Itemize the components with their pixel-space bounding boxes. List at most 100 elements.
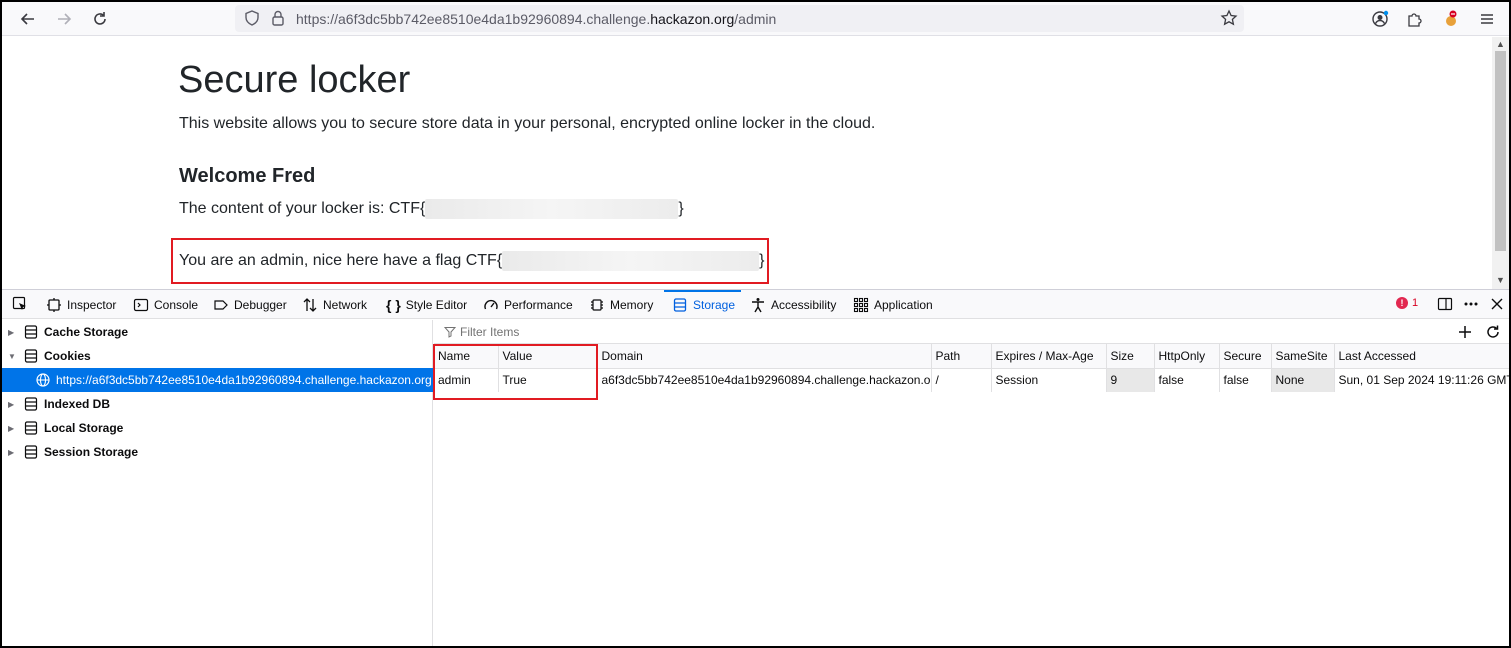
page-content: Secure locker This website allows you to… bbox=[2, 37, 1492, 289]
bookmark-star-icon[interactable] bbox=[1220, 9, 1238, 27]
page-intro: This website allows you to secure store … bbox=[179, 115, 876, 132]
arrow-right-icon bbox=[58, 13, 72, 25]
storage-icon bbox=[673, 297, 687, 312]
sidebar-item-cookies[interactable]: ▼ Cookies bbox=[2, 344, 433, 368]
refresh-icon[interactable] bbox=[1485, 324, 1501, 340]
table-cell[interactable]: Session bbox=[991, 368, 1107, 392]
error-count-badge[interactable]: ! 1 bbox=[1396, 297, 1418, 309]
collapse-arrow-icon[interactable]: ▼ bbox=[8, 352, 18, 361]
table-cell[interactable]: false bbox=[1154, 368, 1220, 392]
admin-flag-label: You are an admin, nice here have a flag … bbox=[179, 252, 503, 269]
forward-button[interactable] bbox=[52, 7, 76, 31]
column-header[interactable]: Value bbox=[498, 344, 598, 369]
table-cell[interactable]: a6f3dc5bb742ee8510e4da1b92960894.challen… bbox=[597, 368, 932, 392]
table-cell[interactable]: None bbox=[1271, 368, 1335, 392]
menu-button[interactable] bbox=[1475, 7, 1499, 31]
table-cell[interactable]: / bbox=[931, 368, 992, 392]
add-item-icon[interactable] bbox=[1457, 324, 1473, 340]
table-cell[interactable]: false bbox=[1219, 368, 1272, 392]
admin-flag-closing-brace: } bbox=[759, 252, 765, 269]
tab-accessibility[interactable]: Accessibility bbox=[750, 290, 836, 319]
performance-icon bbox=[484, 299, 498, 309]
redacted-locker-flag bbox=[425, 199, 679, 219]
expand-arrow-icon[interactable]: ▶ bbox=[8, 400, 18, 409]
extensions-button[interactable] bbox=[1403, 7, 1427, 31]
memory-icon bbox=[591, 298, 603, 311]
storage-icon bbox=[24, 325, 38, 339]
column-header[interactable]: Path bbox=[931, 344, 992, 369]
sidebar-item-local-storage[interactable]: ▶ Local Storage bbox=[2, 416, 433, 440]
locker-label: The content of your locker is: CTF{ bbox=[179, 200, 426, 217]
reload-button[interactable] bbox=[88, 7, 112, 31]
puzzle-icon bbox=[1408, 13, 1422, 27]
tab-application[interactable]: Application bbox=[853, 290, 933, 319]
sidebar-item-session-storage[interactable]: ▶ Session Storage bbox=[2, 440, 433, 464]
tab-storage[interactable]: Storage bbox=[663, 290, 742, 319]
scroll-up-icon[interactable]: ▲ bbox=[1496, 39, 1505, 49]
tab-memory[interactable]: Memory bbox=[589, 290, 653, 319]
expand-arrow-icon[interactable]: ▶ bbox=[8, 328, 18, 337]
redacted-admin-flag bbox=[502, 251, 760, 271]
column-header[interactable]: Last Accessed bbox=[1334, 344, 1509, 369]
expand-arrow-icon[interactable]: ▶ bbox=[8, 448, 18, 457]
dock-side-icon[interactable] bbox=[1437, 296, 1453, 312]
table-cell[interactable]: admin bbox=[434, 368, 499, 392]
page-scrollbar[interactable]: ▲ ▼ bbox=[1492, 37, 1509, 289]
url-bar[interactable]: https://a6f3dc5bb742ee8510e4da1b92960894… bbox=[235, 5, 1244, 32]
column-header[interactable]: Domain bbox=[597, 344, 932, 369]
lock-icon[interactable] bbox=[269, 9, 287, 27]
scrollbar-thumb[interactable] bbox=[1495, 51, 1506, 251]
tab-performance[interactable]: Performance bbox=[483, 290, 573, 319]
page-title: Secure locker bbox=[178, 59, 411, 101]
table-cell[interactable]: True bbox=[498, 368, 598, 392]
element-picker-icon[interactable] bbox=[12, 296, 28, 312]
close-devtools-icon[interactable] bbox=[1489, 296, 1505, 312]
browser-window: https://a6f3dc5bb742ee8510e4da1b92960894… bbox=[0, 0, 1511, 648]
column-header[interactable]: Expires / Max-Age bbox=[991, 344, 1107, 369]
cookies-panel: Name Value Domain Path Expires / Max-Age… bbox=[433, 320, 1509, 646]
sidebar-item-cache-storage[interactable]: ▶ Cache Storage bbox=[2, 320, 433, 344]
addon-button[interactable] bbox=[1439, 7, 1463, 31]
debugger-icon bbox=[214, 299, 228, 310]
application-icon bbox=[853, 297, 869, 312]
devtools-tabbar: Inspector Console Debugger Network { } S… bbox=[2, 290, 1509, 319]
table-header-row: Name Value Domain Path Expires / Max-Age… bbox=[434, 344, 1509, 369]
scroll-down-icon[interactable]: ▼ bbox=[1496, 275, 1505, 285]
account-icon bbox=[1372, 10, 1389, 27]
devtools-panel: Inspector Console Debugger Network { } S… bbox=[2, 289, 1509, 646]
account-button[interactable] bbox=[1368, 7, 1392, 31]
storage-icon bbox=[24, 421, 38, 435]
tab-style-editor[interactable]: { } Style Editor bbox=[386, 290, 467, 319]
tab-console[interactable]: Console bbox=[133, 290, 198, 319]
column-header[interactable]: Size bbox=[1106, 344, 1155, 369]
tracking-shield-icon[interactable] bbox=[243, 9, 261, 27]
browser-toolbar: https://a6f3dc5bb742ee8510e4da1b92960894… bbox=[2, 2, 1509, 36]
sidebar-item-cookie-origin[interactable]: https://a6f3dc5bb742ee8510e4da1b92960894… bbox=[2, 368, 433, 392]
storage-icon bbox=[24, 445, 38, 459]
admin-flag-message: You are an admin, nice here have a flag … bbox=[179, 251, 765, 271]
tab-debugger[interactable]: Debugger bbox=[213, 290, 287, 319]
column-header[interactable]: SameSite bbox=[1271, 344, 1335, 369]
table-cell[interactable]: 9 bbox=[1106, 368, 1155, 392]
storage-icon bbox=[24, 397, 38, 411]
expand-arrow-icon[interactable]: ▶ bbox=[8, 424, 18, 433]
table-row[interactable]: admin True a6f3dc5bb742ee8510e4da1b92960… bbox=[434, 368, 1509, 392]
filter-icon bbox=[444, 327, 456, 338]
tab-network[interactable]: Network bbox=[302, 290, 367, 319]
back-button[interactable] bbox=[16, 7, 40, 31]
inspector-icon bbox=[47, 297, 61, 312]
column-header[interactable]: HttpOnly bbox=[1154, 344, 1220, 369]
column-header[interactable]: Name bbox=[434, 344, 499, 369]
more-options-icon[interactable] bbox=[1463, 296, 1479, 312]
filter-items bbox=[444, 325, 760, 339]
network-icon bbox=[303, 297, 317, 312]
welcome-heading: Welcome Fred bbox=[179, 165, 316, 187]
sidebar-item-indexed-db[interactable]: ▶ Indexed DB bbox=[2, 392, 433, 416]
error-icon: ! bbox=[1396, 297, 1408, 309]
tab-inspector[interactable]: Inspector bbox=[46, 290, 116, 319]
style-editor-icon: { } bbox=[386, 296, 401, 313]
table-cell[interactable]: Sun, 01 Sep 2024 19:11:26 GMT bbox=[1334, 368, 1509, 392]
filter-input[interactable] bbox=[460, 325, 760, 339]
filter-bar bbox=[434, 320, 1509, 344]
column-header[interactable]: Secure bbox=[1219, 344, 1272, 369]
